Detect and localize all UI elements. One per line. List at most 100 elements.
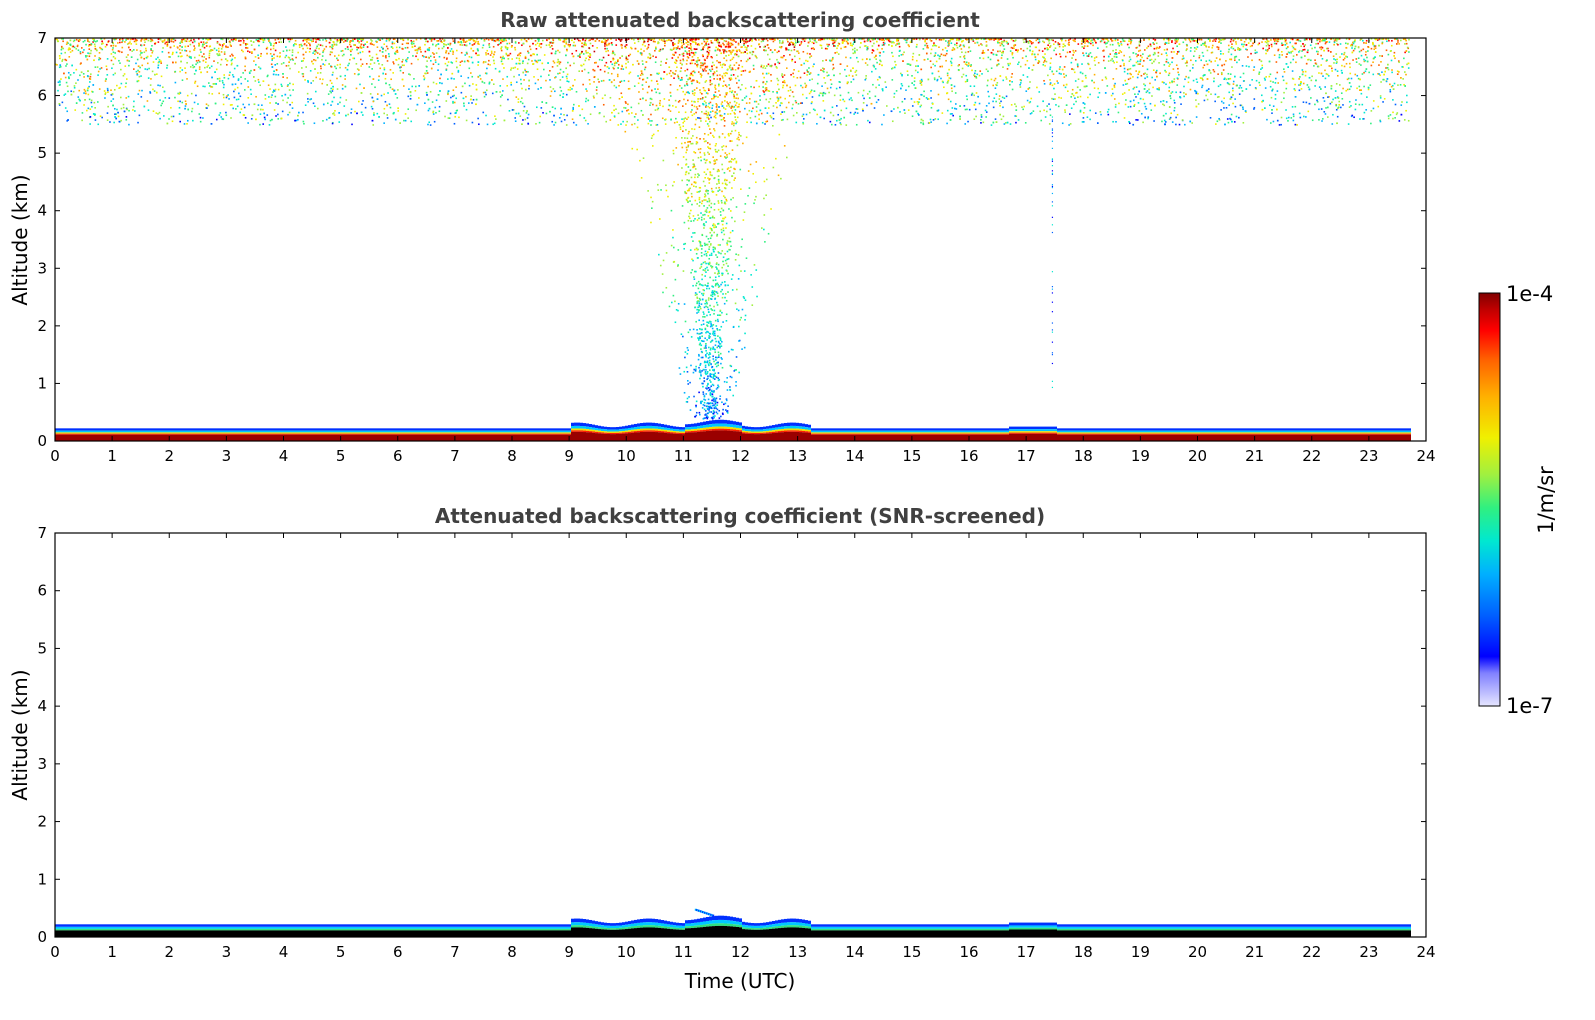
boundary-layer-edge <box>1360 428 1363 431</box>
noise-speckle <box>518 74 520 76</box>
noise-speckle <box>947 40 950 42</box>
noise-speckle <box>554 76 556 79</box>
boundary-layer-core <box>1018 433 1021 441</box>
boundary-layer-mid <box>484 433 487 435</box>
boundary-layer-core <box>295 434 298 441</box>
boundary-layer-mid <box>1009 431 1012 433</box>
noise-speckle <box>1139 63 1141 65</box>
boundary-layer-mid <box>1342 433 1345 435</box>
boundary-layer-core <box>1171 434 1174 441</box>
boundary-layer-edge <box>79 428 82 431</box>
boundary-layer-mid <box>652 428 655 431</box>
noise-speckle <box>849 111 852 114</box>
boundary-layer-core <box>814 434 817 441</box>
boundary-layer-mid <box>1183 430 1186 433</box>
noise-speckle <box>1232 80 1235 83</box>
boundary-layer-mid <box>1237 430 1240 433</box>
boundary-layer-core <box>262 434 265 441</box>
boundary-layer-edge <box>118 428 121 431</box>
boundary-layer-edge <box>583 423 586 427</box>
noise-speckle <box>1216 46 1219 48</box>
boundary-layer-mid <box>577 430 580 432</box>
noise-speckle <box>725 40 727 43</box>
noise-speckle <box>193 101 196 104</box>
noise-speckle <box>1072 94 1075 97</box>
noise-speckle <box>907 74 909 76</box>
boundary-layer-mid <box>946 430 949 433</box>
boundary-layer-mid <box>1252 433 1255 435</box>
noise-speckle <box>553 61 556 64</box>
noise-speckle <box>1173 99 1176 102</box>
noise-speckle <box>893 108 895 110</box>
boundary-layer-core <box>994 434 997 441</box>
noise-speckle <box>516 68 519 70</box>
boundary-layer-mid <box>799 430 802 433</box>
noise-speckle <box>824 82 827 84</box>
boundary-layer-mid <box>460 433 463 435</box>
noise-speckle <box>1274 82 1277 84</box>
boundary-layer-mid <box>1291 432 1294 434</box>
boundary-layer-core <box>424 434 427 441</box>
boundary-layer-mid <box>91 433 94 435</box>
boundary-layer-mid <box>652 426 655 429</box>
boundary-layer-mid <box>187 430 190 433</box>
boundary-layer-mid <box>214 433 217 435</box>
noise-speckle <box>617 124 620 126</box>
boundary-layer-mid <box>1210 430 1213 433</box>
boundary-layer-mid <box>1339 430 1342 433</box>
boundary-layer-mid <box>988 433 991 435</box>
noise-speckle <box>163 39 166 41</box>
noise-speckle <box>398 57 400 60</box>
boundary-layer-mid <box>673 432 676 434</box>
noise-speckle <box>855 123 858 126</box>
boundary-layer-edge <box>1366 428 1369 431</box>
boundary-layer-core <box>1180 434 1183 441</box>
boundary-layer-core <box>943 434 946 441</box>
boundary-layer-edge <box>1081 428 1084 431</box>
boundary-layer-mid <box>448 432 451 434</box>
boundary-layer-edge <box>61 428 64 431</box>
boundary-layer-mid <box>1396 432 1399 434</box>
noise-speckle <box>112 47 114 49</box>
boundary-layer-mid <box>577 428 580 431</box>
boundary-layer-core <box>1378 434 1381 441</box>
boundary-layer-edge <box>691 423 694 427</box>
boundary-layer-edge <box>1405 428 1408 431</box>
noise-speckle <box>151 44 153 47</box>
boundary-layer-mid <box>1015 432 1018 434</box>
boundary-layer-mid <box>478 430 481 433</box>
boundary-layer-mid <box>727 423 730 427</box>
noise-speckle <box>825 59 827 61</box>
boundary-layer-mid <box>1186 430 1189 433</box>
noise-speckle <box>96 66 99 68</box>
boundary-layer-core <box>121 434 124 441</box>
boundary-layer-mid <box>295 430 298 433</box>
boundary-layer-core <box>487 434 490 441</box>
noise-speckle <box>237 78 240 80</box>
boundary-layer-mid <box>787 430 790 432</box>
boundary-layer-edge <box>661 424 664 428</box>
boundary-layer-mid <box>1129 433 1132 435</box>
noise-speckle <box>239 111 241 114</box>
boundary-layer-mid <box>1090 432 1093 434</box>
boundary-layer-edge <box>85 428 88 431</box>
boundary-layer-mid <box>247 430 250 433</box>
boundary-layer-edge <box>1156 428 1159 431</box>
noise-speckle <box>179 67 182 69</box>
boundary-layer-mid <box>1006 430 1009 433</box>
boundary-layer-mid <box>145 433 148 435</box>
boundary-layer-edge <box>697 422 700 427</box>
noise-speckle <box>229 55 232 57</box>
noise-speckle <box>1136 119 1139 121</box>
noise-speckle <box>459 61 462 63</box>
noise-speckle <box>710 116 712 119</box>
boundary-layer-mid <box>1303 433 1306 435</box>
noise-speckle <box>364 106 367 109</box>
noise-speckle <box>473 43 476 45</box>
boundary-layer-mid <box>1021 429 1024 432</box>
noise-speckle <box>430 40 433 42</box>
boundary-layer-edge <box>889 428 892 431</box>
boundary-layer-core <box>1255 434 1258 441</box>
boundary-layer-mid <box>610 432 613 435</box>
boundary-layer-mid <box>934 430 937 433</box>
